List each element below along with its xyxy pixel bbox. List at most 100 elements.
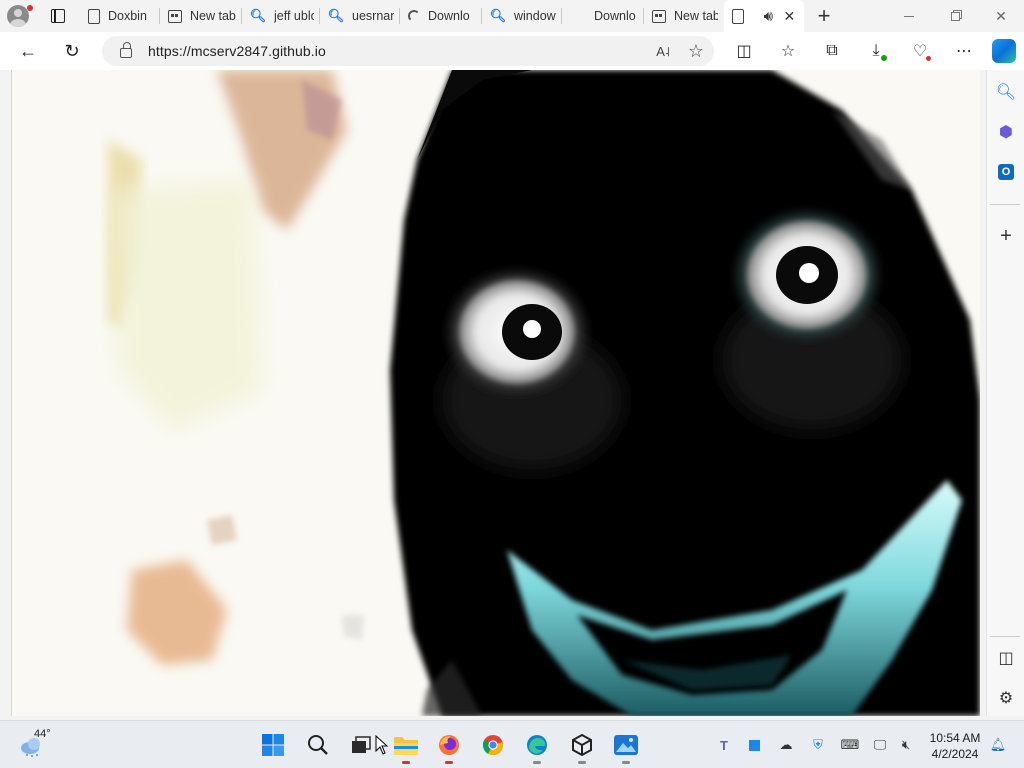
firefox-button[interactable] [433, 729, 465, 764]
edge-icon [527, 735, 547, 755]
browser-essentials-button[interactable]: ♡ [898, 35, 942, 67]
start-button[interactable] [257, 729, 289, 761]
profile-button[interactable] [0, 0, 36, 32]
speaker-muted-icon: 🔇︎ [901, 737, 911, 752]
url-text[interactable]: https://mcserv2847.github.io [148, 43, 326, 59]
teams-icon: T [720, 737, 728, 753]
tab-actions-button[interactable] [36, 0, 80, 32]
alert-badge [925, 55, 932, 62]
copilot-icon[interactable] [992, 39, 1016, 63]
favorites-button[interactable]: ☆ [766, 35, 810, 67]
sidebar-add-button[interactable]: + [990, 220, 1022, 252]
tab-new-tab-2[interactable]: New tab [644, 0, 724, 32]
unity-button[interactable] [566, 729, 598, 764]
search-icon [308, 735, 328, 755]
download-icon: ⤓ [872, 42, 880, 59]
security-tray-icon[interactable]: ⛨ [806, 733, 830, 757]
restore-button[interactable] [932, 0, 978, 32]
bell-icon: 🔔︎ [989, 737, 1007, 752]
system-clock[interactable]: 10:54 AM 4/2/2024 [922, 730, 988, 762]
edge-button[interactable] [521, 729, 553, 764]
sidebar-divider [990, 636, 1020, 637]
windows-taskbar: 44° T ☁ ⛨ ⌨ 🖵︎ 🔇︎ 10:54 AM 4/2/2024 🔔︎ [0, 720, 1024, 768]
tab-label: Downlo [594, 9, 636, 23]
minimize-icon [904, 15, 914, 17]
onedrive-tray-icon[interactable]: ☁ [774, 733, 798, 757]
speaker-icon[interactable]: 🔊︎ [758, 6, 779, 26]
sidebar-outlook-button[interactable]: O [990, 156, 1022, 188]
close-tab-icon[interactable]: ✕ [781, 6, 798, 26]
collections-button[interactable]: ⧉ [810, 35, 854, 67]
sidebar-settings-button[interactable]: ⚙ [990, 682, 1022, 714]
tab-download-2[interactable]: Downlo [562, 0, 644, 32]
tab-doxbin[interactable]: Doxbin [80, 0, 160, 32]
refresh-icon: ↻ [64, 40, 80, 61]
address-bar[interactable]: https://mcserv2847.github.io A˨ ☆ [102, 36, 714, 66]
tab-label: jeff ublo [274, 9, 314, 23]
window-controls: ✕ [886, 0, 1024, 32]
volume-tray-icon[interactable]: 🔇︎ [894, 733, 918, 757]
cloud-offline-icon: ☁ [779, 737, 793, 752]
sidebar-copilot-button[interactable]: ⬢ [990, 116, 1022, 148]
tab-download-1[interactable]: Downlo [400, 0, 482, 32]
minimize-button[interactable] [886, 0, 932, 32]
new-tab-button[interactable]: + [808, 0, 840, 32]
sidebar-search-button[interactable]: 🔍︎ [990, 76, 1022, 108]
sidebar-hide-button[interactable]: ◫ [990, 642, 1022, 674]
notification-dot [27, 5, 33, 11]
document-icon [732, 8, 744, 24]
tab-search-username[interactable]: 🔍︎ uesrnam [320, 0, 400, 32]
taskbar-search-button[interactable] [302, 729, 334, 761]
m365-icon: ⬢ [999, 124, 1013, 141]
folder-icon [394, 737, 418, 755]
photos-button[interactable] [610, 729, 642, 764]
collections-icon: ⧉ [826, 42, 838, 59]
split-screen-icon: ◫ [736, 43, 752, 60]
task-view-icon [352, 736, 371, 753]
tab-search-jeff[interactable]: 🔍︎ jeff ublo [242, 0, 320, 32]
firefox-icon [439, 735, 459, 755]
split-screen-button[interactable]: ◫ [722, 35, 766, 67]
keyboard-tray-icon[interactable]: ⌨ [838, 733, 862, 757]
file-explorer-button[interactable] [390, 729, 422, 764]
notifications-button[interactable]: 🔔︎ [986, 733, 1010, 757]
teams-tray-icon[interactable]: T [712, 733, 736, 757]
tab-new-tab[interactable]: New tab [160, 0, 242, 32]
address-bar-actions: A˨ ☆ [656, 36, 704, 66]
refresh-button[interactable]: ↻ [54, 35, 90, 67]
close-icon: ✕ [995, 7, 1007, 24]
tab-strip: Doxbin New tab 🔍︎ jeff ublo 🔍︎ uesrnam D… [0, 0, 1024, 32]
running-indicator [622, 761, 630, 764]
tab-label: New tab [674, 9, 718, 23]
shield-icon: ⛨ [813, 737, 823, 752]
settings-more-button[interactable]: ⋯ [942, 35, 986, 67]
search-icon: 🔍︎ [489, 8, 507, 23]
tab-label: Doxbin [108, 9, 147, 23]
loading-icon [408, 10, 420, 22]
document-icon [88, 8, 100, 24]
page-left-edge [0, 70, 12, 716]
mouse-cursor-icon [375, 735, 389, 755]
tab-active[interactable]: 🔊︎ ✕ [724, 0, 804, 32]
download-complete-badge [880, 54, 888, 62]
read-aloud-icon[interactable]: A˨ [656, 44, 670, 59]
tab-search-window[interactable]: 🔍︎ window [482, 0, 562, 32]
task-view-button[interactable] [344, 729, 376, 761]
running-indicator [533, 761, 541, 764]
favorites-icon: ☆ [780, 43, 796, 60]
photos-icon [614, 735, 638, 755]
more-icon: ⋯ [956, 43, 972, 60]
back-button[interactable]: ← [10, 35, 46, 67]
network-tray-icon[interactable]: 🖵︎ [868, 733, 892, 757]
outlook-icon: O [998, 164, 1014, 180]
toolbar-right: ◫ ☆ ⧉ ⤓ ♡ ⋯ [722, 32, 1016, 70]
lock-icon[interactable] [120, 42, 132, 58]
chrome-icon [482, 735, 503, 756]
favorite-star-icon[interactable]: ☆ [688, 41, 704, 62]
close-window-button[interactable]: ✕ [978, 0, 1024, 32]
tray-app-icon[interactable] [742, 733, 766, 757]
chrome-button[interactable] [477, 729, 509, 761]
running-indicator [578, 761, 586, 764]
sidebar-panel-icon: ◫ [998, 650, 1014, 667]
downloads-button[interactable]: ⤓ [854, 35, 898, 67]
